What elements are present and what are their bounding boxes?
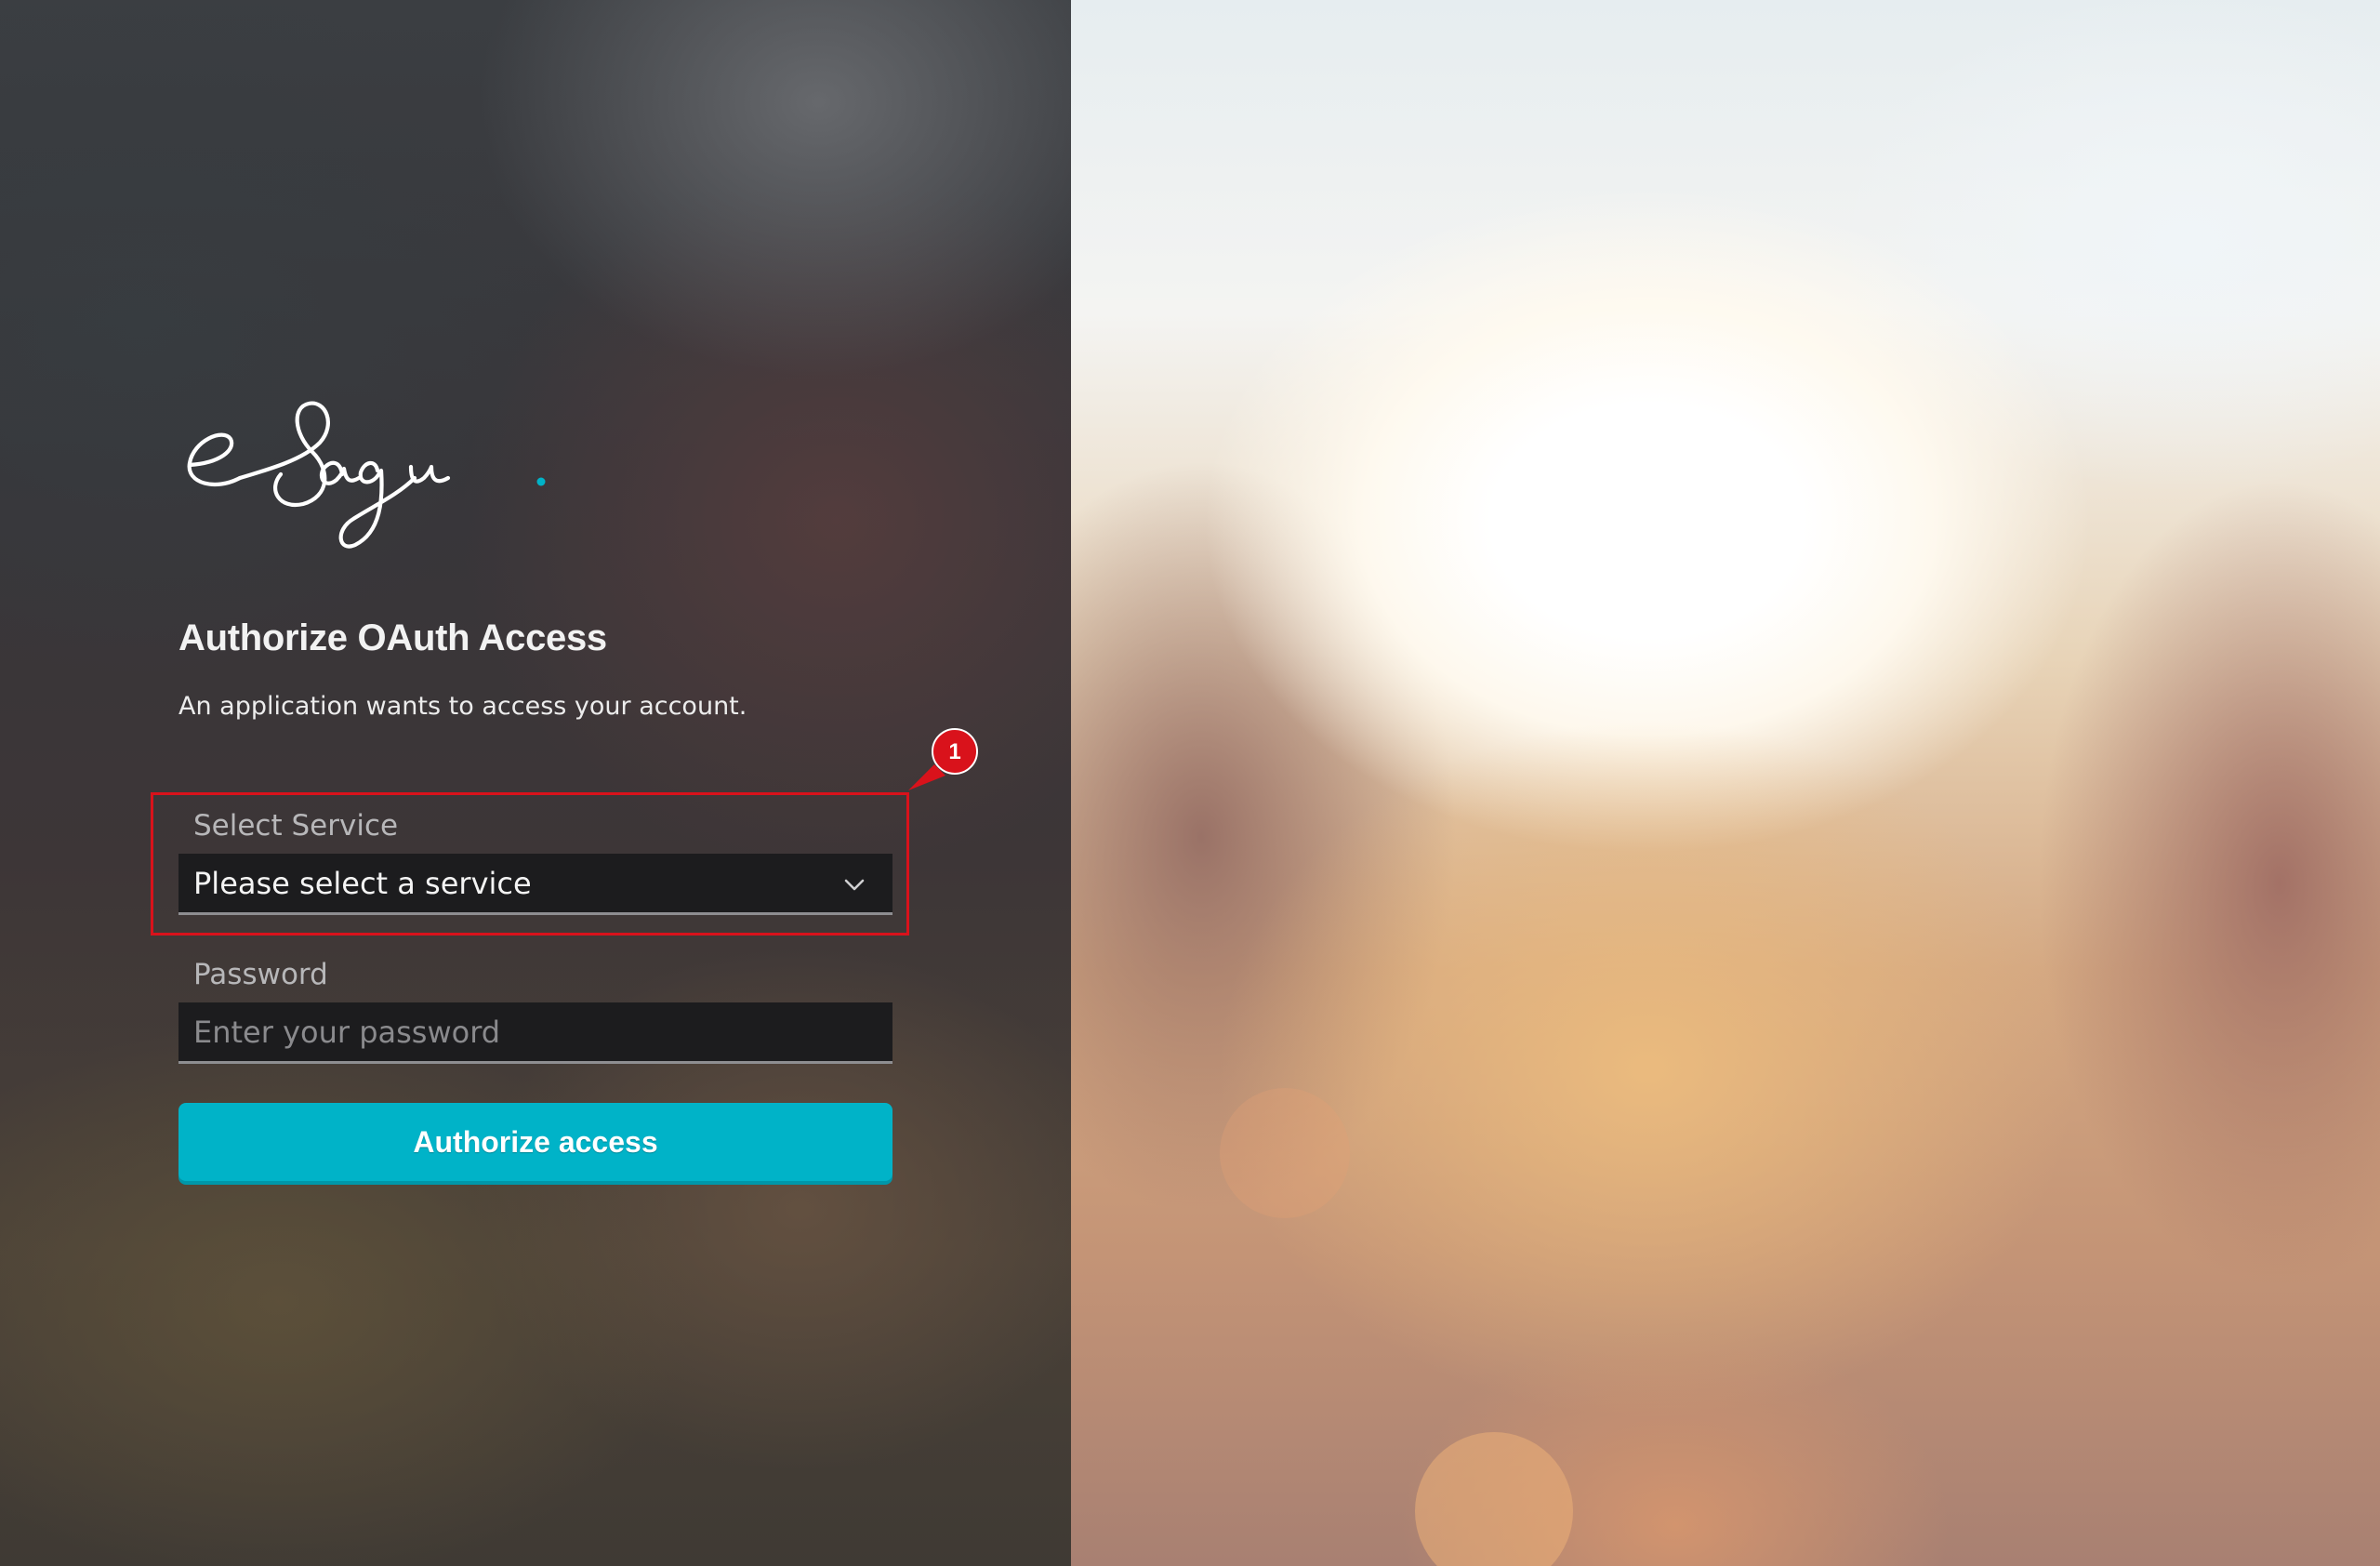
password-input[interactable] — [178, 1002, 892, 1064]
password-label: Password — [193, 958, 328, 991]
annotation-number: 1 — [948, 739, 960, 764]
annotation-marker: 1 — [908, 728, 978, 790]
bokeh-light — [1220, 1088, 1350, 1218]
auth-panel: Authorize OAuth Access An application wa… — [0, 0, 1071, 1566]
annotation-highlight-box — [151, 792, 909, 936]
page-title: Authorize OAuth Access — [178, 617, 607, 658]
background-photo — [1071, 0, 2380, 1566]
esagu-logo — [187, 401, 546, 549]
bokeh-light — [1415, 1432, 1573, 1566]
authorize-access-button[interactable]: Authorize access — [178, 1103, 892, 1181]
oauth-authorize-page: Authorize OAuth Access An application wa… — [0, 0, 2380, 1566]
page-subtitle: An application wants to access your acco… — [178, 692, 747, 721]
logo-dot — [536, 477, 546, 486]
